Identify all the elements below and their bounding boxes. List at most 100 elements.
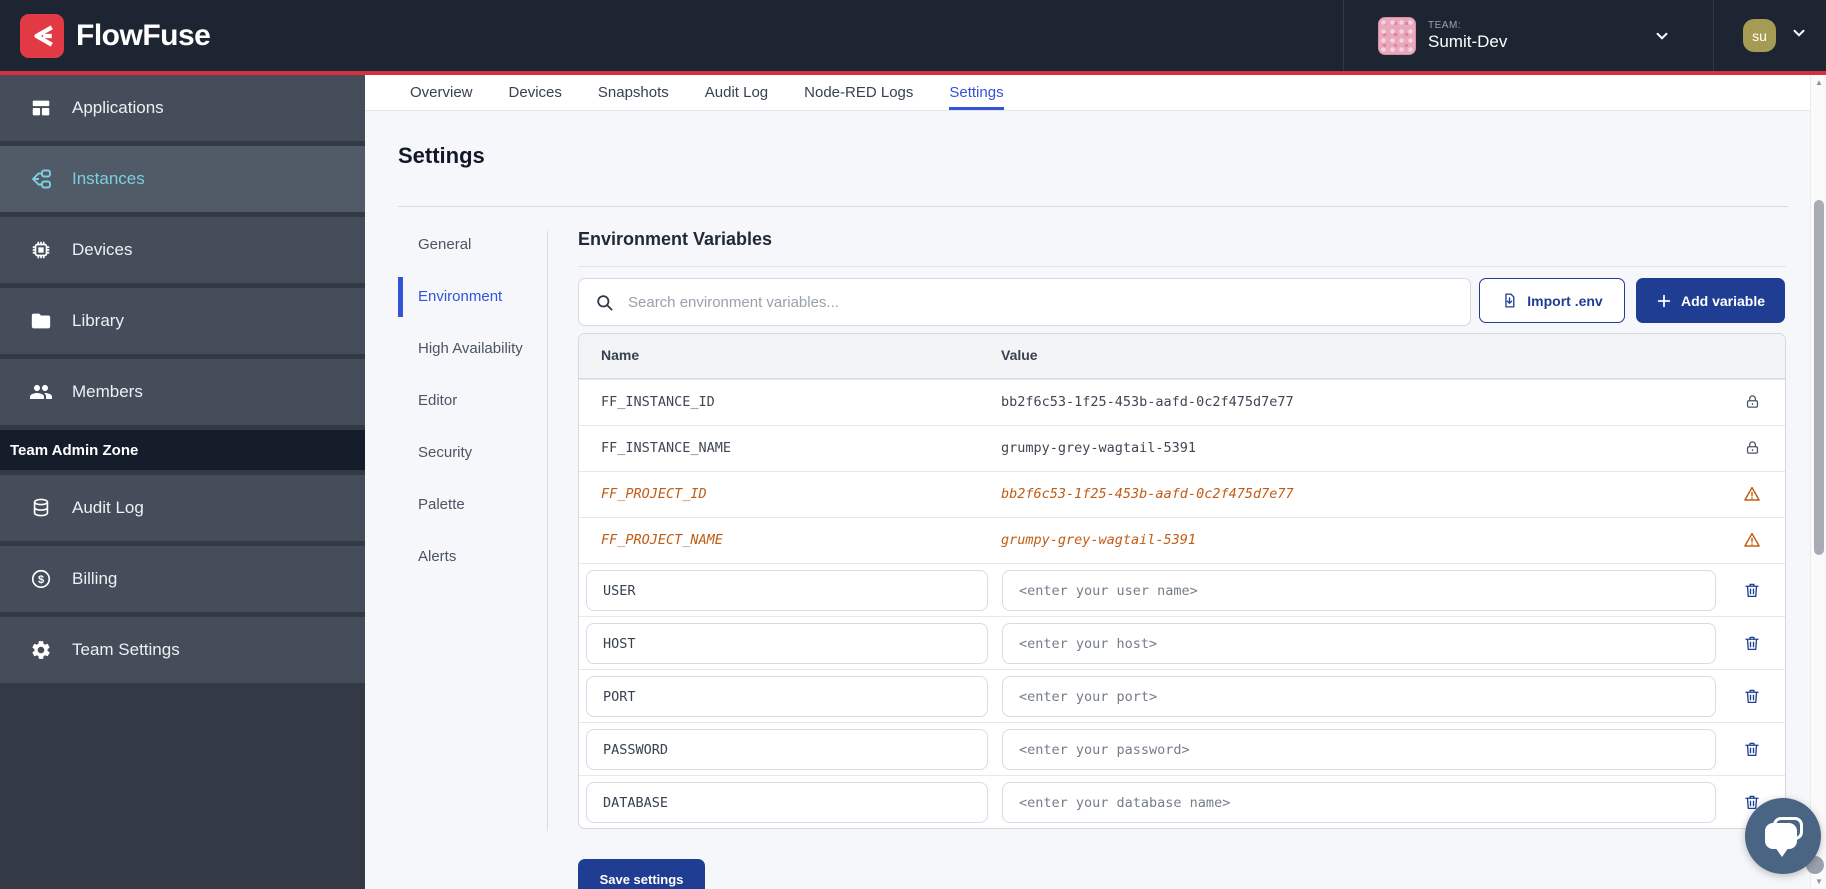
subnav-high-availability[interactable]: High Availability xyxy=(418,339,536,359)
main-content: Settings General Environment High Availa… xyxy=(365,111,1810,889)
sidebar-item-library[interactable]: Library xyxy=(0,288,365,354)
gear-icon xyxy=(28,639,54,661)
table-row-editable xyxy=(579,669,1785,722)
tab-devices[interactable]: Devices xyxy=(509,75,562,110)
team-selector[interactable]: TEAM: Sumit-Dev xyxy=(1343,0,1713,71)
var-name-input[interactable] xyxy=(586,570,988,611)
scrollbar-thumb[interactable] xyxy=(1814,200,1824,555)
app-header: FlowFuse TEAM: Sumit-Dev su xyxy=(0,0,1826,71)
warning-icon xyxy=(1743,531,1761,554)
applications-icon xyxy=(28,97,54,119)
sidebar-item-team-settings[interactable]: Team Settings xyxy=(0,617,365,683)
scroll-up-arrow[interactable]: ▲ xyxy=(1815,78,1823,87)
database-icon xyxy=(28,497,54,519)
trash-icon[interactable] xyxy=(1743,687,1761,710)
settings-subnav: General Environment High Availability Ed… xyxy=(418,235,536,599)
chevron-down-icon xyxy=(1790,24,1808,47)
team-label: TEAM: xyxy=(1428,20,1507,31)
var-value-input[interactable] xyxy=(1002,570,1716,611)
var-value-input[interactable] xyxy=(1002,729,1716,770)
subnav-security[interactable]: Security xyxy=(418,443,536,463)
chip-icon xyxy=(28,239,54,261)
sidebar: Applications Instances Devices Library M… xyxy=(0,75,365,889)
table-row: FF_INSTANCE_NAME grumpy-grey-wagtail-539… xyxy=(579,425,1785,471)
var-value-input[interactable] xyxy=(1002,676,1716,717)
tab-audit-log[interactable]: Audit Log xyxy=(705,75,768,110)
var-name-input[interactable] xyxy=(586,782,988,823)
sidebar-item-label: Library xyxy=(72,311,124,331)
sidebar-item-label: Members xyxy=(72,382,143,402)
sidebar-item-label: Billing xyxy=(72,569,117,589)
import-env-button[interactable]: Import .env xyxy=(1479,278,1625,323)
import-file-icon xyxy=(1501,292,1518,309)
search-input[interactable] xyxy=(614,294,1470,311)
team-admin-zone-header: Team Admin Zone xyxy=(0,430,365,470)
sidebar-item-devices[interactable]: Devices xyxy=(0,217,365,283)
column-header-value: Value xyxy=(1001,347,1038,363)
var-name-input[interactable] xyxy=(586,729,988,770)
team-name: Sumit-Dev xyxy=(1428,32,1507,52)
sidebar-item-billing[interactable]: $ Billing xyxy=(0,546,365,612)
instance-tabbar: Overview Devices Snapshots Audit Log Nod… xyxy=(365,75,1810,111)
var-value-input[interactable] xyxy=(1002,623,1716,664)
people-icon xyxy=(28,380,54,404)
trash-icon[interactable] xyxy=(1743,740,1761,763)
divider xyxy=(398,206,1788,207)
section-title: Environment Variables xyxy=(578,229,772,250)
trash-icon[interactable] xyxy=(1743,581,1761,604)
save-settings-button[interactable]: Save settings xyxy=(578,859,705,889)
sidebar-item-members[interactable]: Members xyxy=(0,359,365,425)
table-row-editable xyxy=(579,563,1785,616)
instances-icon xyxy=(28,167,54,191)
sidebar-item-applications[interactable]: Applications xyxy=(0,75,365,141)
divider xyxy=(547,231,548,831)
subnav-palette[interactable]: Palette xyxy=(418,495,536,515)
scroll-down-arrow[interactable]: ▼ xyxy=(1815,877,1823,886)
brand[interactable]: FlowFuse xyxy=(0,14,210,58)
page-title: Settings xyxy=(398,143,485,169)
table-row: FF_INSTANCE_ID bb2f6c53-1f25-453b-aafd-0… xyxy=(579,379,1785,425)
sidebar-item-audit-log[interactable]: Audit Log xyxy=(0,475,365,541)
tab-overview[interactable]: Overview xyxy=(410,75,473,110)
table-row-deprecated: FF_PROJECT_ID bb2f6c53-1f25-453b-aafd-0c… xyxy=(579,471,1785,517)
table-row-editable xyxy=(579,616,1785,669)
search-icon xyxy=(595,293,614,312)
subnav-alerts[interactable]: Alerts xyxy=(418,547,536,567)
sidebar-item-label: Audit Log xyxy=(72,498,144,518)
tab-node-red-logs[interactable]: Node-RED Logs xyxy=(804,75,913,110)
trash-icon[interactable] xyxy=(1743,634,1761,657)
team-avatar xyxy=(1378,17,1416,55)
subnav-editor[interactable]: Editor xyxy=(418,391,536,411)
sidebar-item-label: Applications xyxy=(72,98,164,118)
page-scrollbar: ▲ ▼ xyxy=(1810,75,1826,889)
var-value-input[interactable] xyxy=(1002,782,1716,823)
subnav-general[interactable]: General xyxy=(418,235,536,255)
flowfuse-logo-icon xyxy=(20,14,64,58)
tab-snapshots[interactable]: Snapshots xyxy=(598,75,669,110)
add-variable-button[interactable]: Add variable xyxy=(1636,278,1785,323)
sidebar-item-label: Devices xyxy=(72,240,132,260)
subnav-environment[interactable]: Environment xyxy=(418,287,536,307)
user-menu[interactable]: su xyxy=(1713,0,1826,71)
lock-icon xyxy=(1744,439,1761,461)
search-box xyxy=(578,278,1471,326)
sidebar-item-label: Instances xyxy=(72,169,145,189)
sidebar-item-label: Team Settings xyxy=(72,640,180,660)
divider xyxy=(578,266,1786,267)
sidebar-item-instances[interactable]: Instances xyxy=(0,146,365,212)
table-row-deprecated: FF_PROJECT_NAME grumpy-grey-wagtail-5391 xyxy=(579,517,1785,563)
env-variables-table: Name Value FF_INSTANCE_ID bb2f6c53-1f25-… xyxy=(578,333,1786,829)
tab-settings[interactable]: Settings xyxy=(949,75,1003,110)
header-accent-line xyxy=(0,71,1826,75)
var-name-input[interactable] xyxy=(586,676,988,717)
folder-icon xyxy=(28,310,54,332)
chevron-down-icon xyxy=(1653,27,1671,50)
column-header-name: Name xyxy=(601,347,639,363)
plus-icon xyxy=(1656,293,1672,309)
brand-name: FlowFuse xyxy=(76,19,210,53)
var-name-input[interactable] xyxy=(586,623,988,664)
chat-widget-button[interactable] xyxy=(1745,798,1821,874)
warning-icon xyxy=(1743,485,1761,508)
lock-icon xyxy=(1744,393,1761,415)
dollar-icon: $ xyxy=(28,568,54,590)
